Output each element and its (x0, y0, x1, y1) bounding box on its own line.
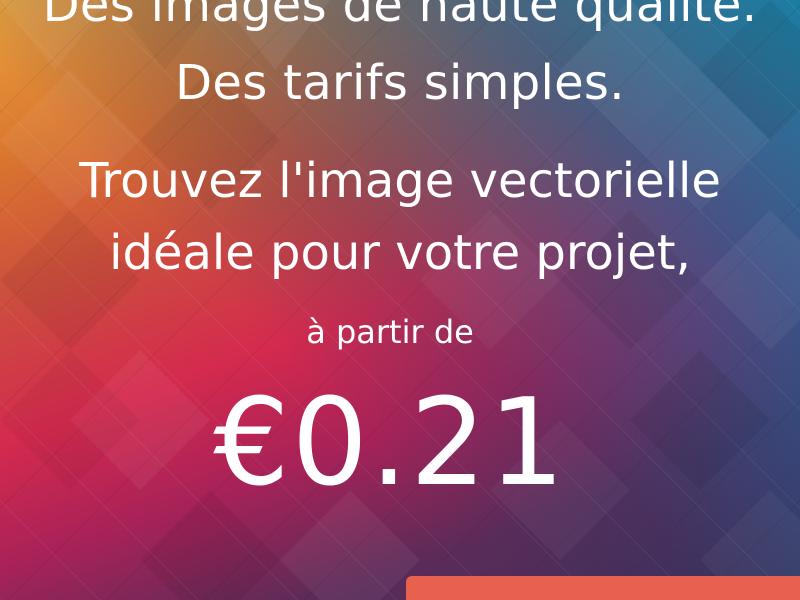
price-prefix: à partir de (306, 313, 474, 351)
subheadline-line-1: Trouvez l'image vectorielle (79, 153, 721, 209)
ad-content: Des images de haute qualité. Des tarifs … (0, 0, 800, 600)
ad-banner[interactable]: Des images de haute qualité. Des tarifs … (0, 0, 800, 600)
headline-line-2: Des tarifs simples. (175, 55, 625, 111)
price-value: €0.21 (213, 374, 567, 513)
headline-line-1: Des images de haute qualité. (42, 0, 758, 33)
cta-button[interactable] (406, 576, 800, 600)
subheadline-line-2: idéale pour votre projet, (109, 225, 691, 281)
